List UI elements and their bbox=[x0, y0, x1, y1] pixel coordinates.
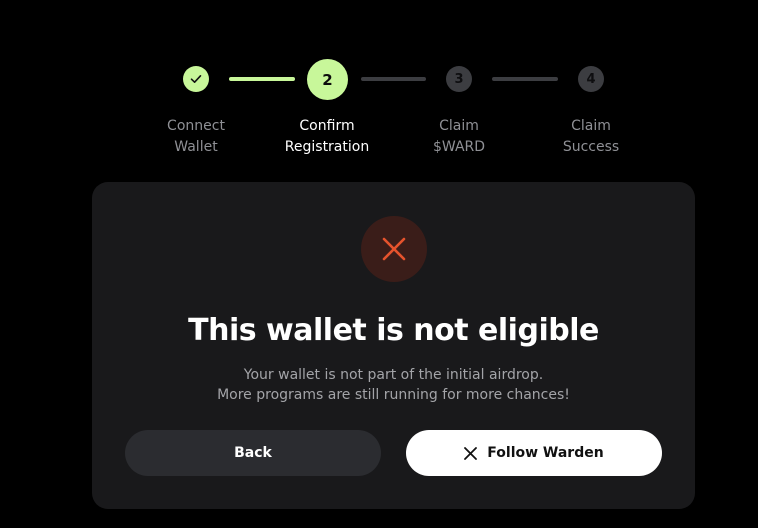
step-label-claim-success: Claim Success bbox=[562, 118, 620, 155]
result-title: This wallet is not eligible bbox=[188, 313, 599, 348]
back-button-label: Back bbox=[234, 445, 272, 461]
subtitle-line-1: Your wallet is not part of the initial a… bbox=[243, 367, 544, 383]
step-confirm-registration-indicator: 2 bbox=[307, 59, 348, 100]
step-claim-ward-indicator: 3 bbox=[446, 66, 472, 92]
step-connector-pending bbox=[492, 77, 558, 81]
follow-warden-button[interactable]: Follow Warden bbox=[406, 430, 662, 476]
back-button[interactable]: Back bbox=[125, 430, 381, 476]
step-label-claim-ward: Claim $WARD bbox=[432, 118, 486, 155]
x-logo-icon bbox=[464, 446, 478, 460]
error-badge bbox=[361, 216, 427, 282]
checkmark-icon bbox=[190, 75, 202, 83]
result-subtitle: Your wallet is not part of the initial a… bbox=[92, 365, 695, 405]
step-connect-wallet-indicator bbox=[183, 66, 209, 92]
step-label-confirm-registration: Confirm Registration bbox=[284, 118, 370, 155]
step-connector-pending bbox=[361, 77, 426, 81]
follow-warden-label: Follow Warden bbox=[487, 445, 604, 461]
step-connector-complete bbox=[229, 77, 295, 81]
subtitle-line-2: More programs are still running for more… bbox=[217, 387, 570, 403]
claim-page: 2 3 4 Connect Wallet Confirm Registratio… bbox=[0, 0, 758, 528]
step-label-connect-wallet: Connect Wallet bbox=[167, 118, 225, 155]
step-claim-success-indicator: 4 bbox=[578, 66, 604, 92]
close-x-icon bbox=[382, 237, 406, 261]
